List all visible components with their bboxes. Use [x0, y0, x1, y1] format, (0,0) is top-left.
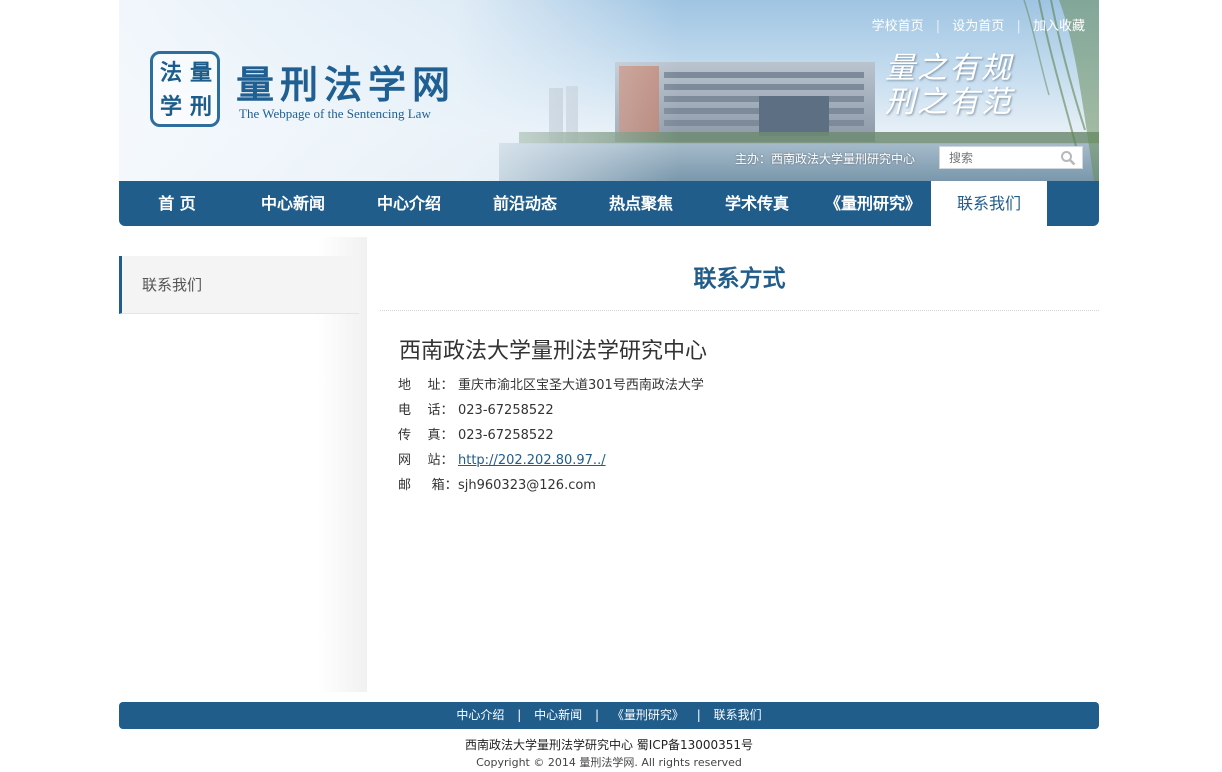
seal-char: 法: [159, 60, 182, 86]
website-link[interactable]: http://202.202.80.97../: [458, 451, 606, 476]
logo-seal-icon: 法 量 学 刑: [150, 51, 220, 127]
contact-label: 地 址：: [398, 378, 454, 393]
site-logo-title: 量刑法学网: [236, 62, 457, 107]
seal-char: 学: [159, 94, 182, 120]
search-icon[interactable]: [1060, 150, 1076, 166]
contact-label: 电 话：: [398, 403, 454, 418]
divider: |: [594, 708, 600, 722]
main-nav: 首 页 中心新闻 中心介绍 前沿动态 热点聚焦 学术传真 《量刑研究》 联系我们: [119, 181, 1099, 226]
contact-value: 023-67258522: [458, 403, 554, 418]
contact-website: 网 站： http://202.202.80.97../: [398, 451, 704, 476]
footer-link-contact[interactable]: 联系我们: [714, 708, 762, 722]
footer-link-center-intro[interactable]: 中心介绍: [456, 708, 504, 722]
set-homepage-link[interactable]: 设为首页: [952, 19, 1004, 34]
nav-item-home[interactable]: 首 页: [119, 181, 235, 226]
motto-calligraphy: 量之有规 刑之有范: [885, 52, 1075, 120]
footer-org-icp: 西南政法大学量刑法学研究中心 蜀ICP备13000351号: [464, 738, 754, 752]
divider: |: [517, 708, 522, 722]
contact-fax: 传 真： 023-67258522: [398, 426, 704, 451]
contact-value: 重庆市渝北区宝圣大道301号西南政法大学: [458, 378, 704, 393]
contact-label: 邮 箱：: [398, 478, 458, 493]
footer-nav: 中心介绍 | 中心新闻 | 《量刑研究》 | 联系我们: [119, 702, 1099, 729]
nav-item-academic[interactable]: 学术传真: [699, 181, 815, 226]
contact-phone: 电 话： 023-67258522: [398, 401, 704, 426]
seal-char: 刑: [189, 94, 212, 120]
contact-label: 网 站：: [398, 453, 454, 468]
nav-item-frontier[interactable]: 前沿动态: [467, 181, 583, 226]
sidebar: 联系我们: [119, 237, 367, 692]
nav-item-journal[interactable]: 《量刑研究》: [815, 181, 931, 226]
motto-line: 刑之有范: [885, 85, 1013, 120]
school-home-link[interactable]: 学校首页: [872, 19, 924, 34]
contact-address: 地 址： 重庆市渝北区宝圣大道301号西南政法大学: [398, 376, 704, 401]
sidebar-item-contact[interactable]: 联系我们: [119, 256, 359, 314]
contact-value: sjh960323@126.com: [458, 478, 596, 493]
motto-line: 量之有规: [885, 51, 1013, 86]
page-title: 联系方式: [693, 266, 786, 292]
contact-email: 邮 箱： sjh960323@126.com: [398, 476, 704, 501]
seal-char: 量: [189, 60, 212, 86]
nav-item-hot-topics[interactable]: 热点聚焦: [583, 181, 699, 226]
search-box: [939, 146, 1083, 169]
footer-link-center-news[interactable]: 中心新闻: [534, 708, 582, 722]
contact-value: 023-67258522: [458, 428, 554, 443]
contact-list: 地 址： 重庆市渝北区宝圣大道301号西南政法大学 电 话： 023-67258…: [398, 376, 704, 501]
nav-item-center-intro[interactable]: 中心介绍: [351, 181, 467, 226]
footer-copyright: Copyright © 2014 量刑法学网. All rights reser…: [476, 756, 742, 769]
divider: |: [935, 19, 941, 34]
footer-link-journal[interactable]: 《量刑研究》: [612, 708, 684, 722]
divider: |: [1016, 19, 1021, 34]
search-input[interactable]: [940, 147, 1058, 169]
title-divider: [380, 310, 1099, 311]
main-content: 联系方式 西南政法大学量刑法学研究中心 地 址： 重庆市渝北区宝圣大道301号西…: [380, 237, 1099, 692]
add-favorite-link[interactable]: 加入收藏: [1033, 19, 1085, 34]
nav-item-center-news[interactable]: 中心新闻: [235, 181, 351, 226]
org-name: 西南政法大学量刑法学研究中心: [399, 339, 708, 364]
header-banner: 法 量 学 刑 量刑法学网 The Webpage of the Sentenc…: [119, 0, 1099, 181]
top-links: 学校首页 | 设为首页 | 加入收藏: [872, 15, 1085, 34]
site-logo-subtitle: The Webpage of the Sentencing Law: [239, 106, 431, 121]
host-text: 主办：西南政法大学量刑研究中心: [735, 152, 916, 166]
contact-label: 传 真：: [398, 428, 454, 443]
nav-item-contact[interactable]: 联系我们: [931, 181, 1047, 226]
divider: |: [696, 708, 701, 722]
